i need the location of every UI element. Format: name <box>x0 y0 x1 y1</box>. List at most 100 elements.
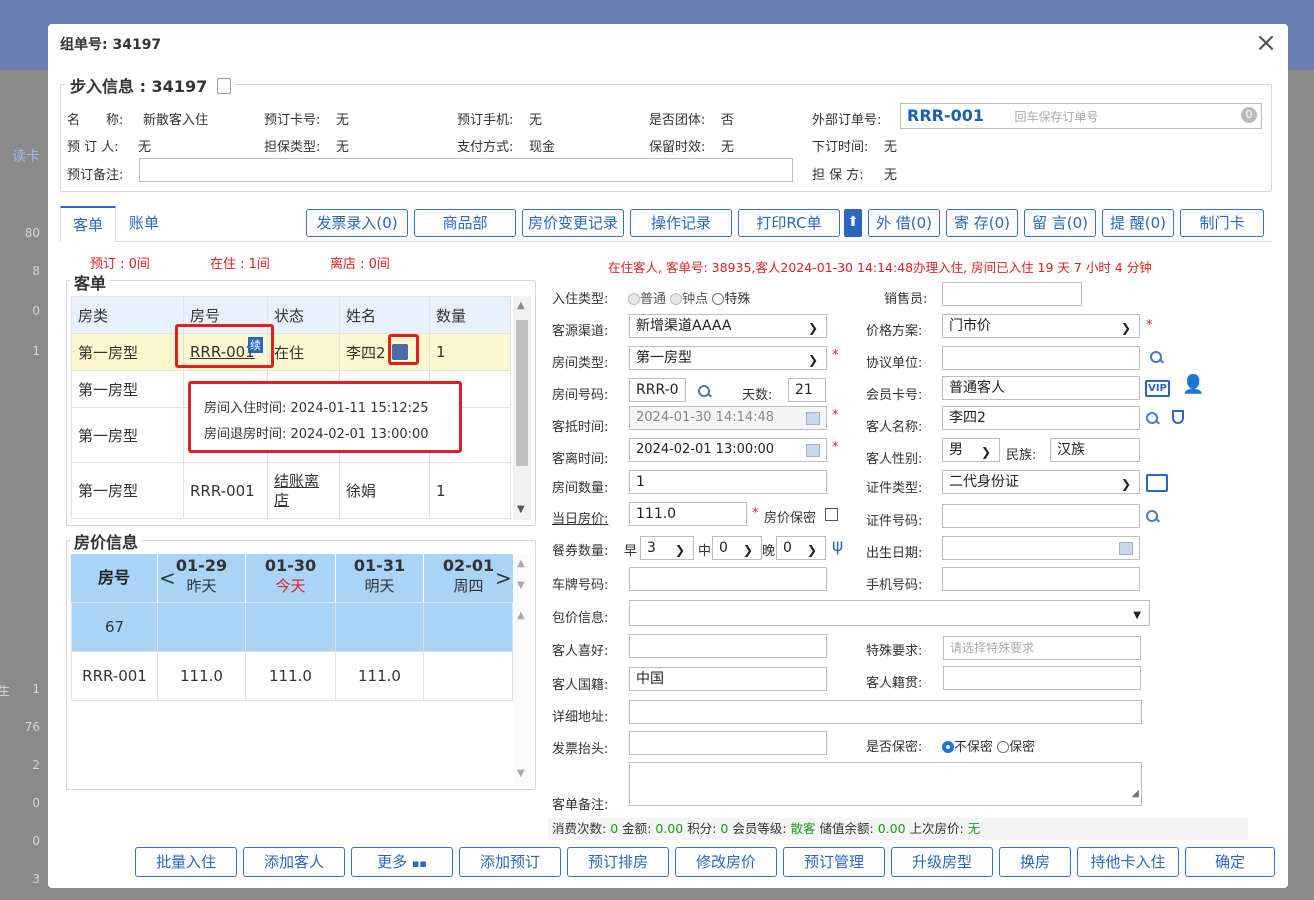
radio-special[interactable] <box>712 293 725 305</box>
radio-secret-label: 保密 <box>1009 740 1036 755</box>
more-button[interactable]: 更多 ▪▪ <box>351 847 453 877</box>
tab-guest-order[interactable]: 客单 <box>60 206 116 242</box>
nationality-input[interactable]: 中国 <box>629 667 827 691</box>
member-card-input[interactable]: 普通客人 <box>942 376 1140 400</box>
shield-icon[interactable] <box>1172 410 1184 424</box>
member-level-label: 会员等级: <box>732 821 787 836</box>
add-guest-button[interactable]: 添加客人 <box>243 847 345 877</box>
preference-input[interactable] <box>629 634 827 658</box>
price-secret-checkbox[interactable] <box>825 508 838 521</box>
calendar-icon[interactable] <box>806 412 820 425</box>
radio-hourly[interactable] <box>670 293 683 305</box>
search-icon[interactable] <box>698 385 712 399</box>
tab-bill[interactable]: 账单 <box>118 206 170 240</box>
scroll-up-icon[interactable]: ▲ <box>517 300 525 311</box>
scroll-up-icon[interactable]: ▲ <box>517 610 525 621</box>
order-remark-textarea[interactable]: ◢ <box>629 762 1142 806</box>
print-rc-button[interactable]: 打印RC单 <box>738 209 840 237</box>
scroll-thumb[interactable] <box>516 320 528 466</box>
other-card-checkin-button[interactable]: 持他卡入住 <box>1077 847 1179 877</box>
days-input[interactable]: 21 <box>788 378 826 402</box>
calendar-icon[interactable] <box>806 444 820 457</box>
package-select[interactable]: ▼ <box>629 600 1150 626</box>
orders-scrollbar[interactable]: ▲ ▼ <box>513 296 531 520</box>
vip-icon[interactable]: VIP <box>1145 380 1170 397</box>
scroll-down-icon[interactable]: ▼ <box>517 504 525 515</box>
radio-normal[interactable] <box>628 293 640 305</box>
amount-label: 金额: <box>622 821 652 836</box>
invoice-title-input[interactable] <box>629 731 827 755</box>
goods-dept-button[interactable]: 商品部 <box>414 209 516 237</box>
batch-checkin-button[interactable]: 批量入住 <box>135 847 237 877</box>
channel-select[interactable]: 新增渠道AAAA ❯ <box>629 314 827 338</box>
leave-time-input[interactable]: 2024-02-01 13:00:00 <box>629 438 827 462</box>
resize-handle-icon[interactable]: ◢ <box>1131 783 1139 805</box>
external-order-input[interactable]: RRR-001 回车保存订单号 0 <box>900 103 1262 129</box>
upgrade-room-button[interactable]: 升级房型 <box>891 847 993 877</box>
add-user-icon[interactable]: 👤 <box>1182 374 1204 396</box>
table-row[interactable]: 第一房型 RRR-001 结账离店 徐娟 1 <box>71 462 511 519</box>
fork-knife-icon[interactable]: ψ <box>832 536 843 556</box>
room-no-input[interactable]: RRR-0 <box>629 378 686 402</box>
price-scrollbar[interactable]: ▲ ▼ ▲ ▼ <box>513 554 531 784</box>
message-button[interactable]: 留 言(0) <box>1024 209 1096 237</box>
confirm-button[interactable]: 确定 <box>1185 847 1275 877</box>
agreement-input[interactable] <box>942 346 1140 370</box>
meal-lunch-select[interactable]: 0 ❯ <box>712 536 762 560</box>
native-place-input[interactable] <box>943 666 1141 690</box>
id-scan-icon[interactable] <box>1146 474 1168 492</box>
room-type-select[interactable]: 第一房型 ❯ <box>629 346 827 370</box>
invoice-entry-button[interactable]: 发票录入(0) <box>306 209 408 237</box>
reminder-button[interactable]: 提 醒(0) <box>1102 209 1174 237</box>
meal-dinner-select[interactable]: 0 ❯ <box>776 536 826 560</box>
price-plan-value: 门市价 <box>949 318 991 334</box>
status-link[interactable]: 结账离店 <box>274 472 319 509</box>
calendar-icon[interactable] <box>1119 542 1133 555</box>
close-icon[interactable]: × <box>1254 28 1278 58</box>
reserve-room-assign-button[interactable]: 预订排房 <box>567 847 669 877</box>
points-value: 0 <box>720 821 729 836</box>
id-no-input[interactable] <box>942 504 1140 528</box>
ethnic-input[interactable]: 汉族 <box>1050 438 1140 462</box>
birth-input[interactable] <box>942 536 1140 560</box>
operation-log-button[interactable]: 操作记录 <box>630 209 732 237</box>
reservation-manage-button[interactable]: 预订管理 <box>783 847 885 877</box>
search-icon[interactable] <box>1150 351 1164 365</box>
next-day-icon[interactable]: > <box>495 566 512 590</box>
meal-breakfast-select[interactable]: 3 ❯ <box>640 536 694 560</box>
day-price-input[interactable]: 111.0 <box>629 502 747 526</box>
table-header-row: 房类 房号 状态 姓名 数量 <box>71 296 511 334</box>
seller-input[interactable] <box>942 282 1082 306</box>
table-row[interactable]: 第一房型 RRR-001 续 在住 李四2 1 <box>71 333 511 371</box>
search-icon[interactable] <box>1146 412 1160 426</box>
lend-button[interactable]: 外 借(0) <box>868 209 940 237</box>
radio-secret[interactable] <box>997 741 1010 753</box>
special-request-input[interactable]: 请选择特殊要求 <box>943 636 1141 660</box>
gender-select[interactable]: 男 ❯ <box>942 438 1000 462</box>
make-key-card-button[interactable]: 制门卡 <box>1180 209 1264 237</box>
arrive-time-input[interactable]: 2024-01-30 14:14:48 <box>629 406 827 430</box>
copy-icon[interactable] <box>216 78 231 94</box>
add-reservation-button[interactable]: 添加预订 <box>459 847 561 877</box>
plate-input[interactable] <box>629 567 827 591</box>
scroll-down-icon[interactable]: ▼ <box>517 580 525 591</box>
room-count-input[interactable]: 1 <box>629 470 827 494</box>
guest-name-input[interactable]: 李四2 <box>942 406 1140 430</box>
change-room-button[interactable]: 换房 <box>999 847 1071 877</box>
scroll-up-icon[interactable]: ▲ <box>517 558 525 569</box>
deposit-button[interactable]: 寄 存(0) <box>946 209 1018 237</box>
address-input[interactable] <box>629 700 1142 724</box>
day-price-label[interactable]: 当日房价: <box>552 508 608 527</box>
search-icon[interactable] <box>1146 510 1160 524</box>
radio-not-secret[interactable] <box>942 741 954 753</box>
price-plan-select[interactable]: 门市价 ❯ <box>942 314 1140 338</box>
background-count: 0 <box>32 796 40 810</box>
price-change-log-button[interactable]: 房价变更记录 <box>522 209 624 237</box>
guarantee-type-label: 担保类型: <box>264 140 321 155</box>
id-type-select[interactable]: 二代身份证 ❯ <box>942 470 1140 494</box>
modify-price-button[interactable]: 修改房价 <box>675 847 777 877</box>
upload-icon[interactable]: ⬆ <box>844 209 862 237</box>
booking-remark-input[interactable] <box>139 158 793 182</box>
scroll-down-icon[interactable]: ▼ <box>517 768 525 779</box>
mobile-input[interactable] <box>942 567 1140 591</box>
